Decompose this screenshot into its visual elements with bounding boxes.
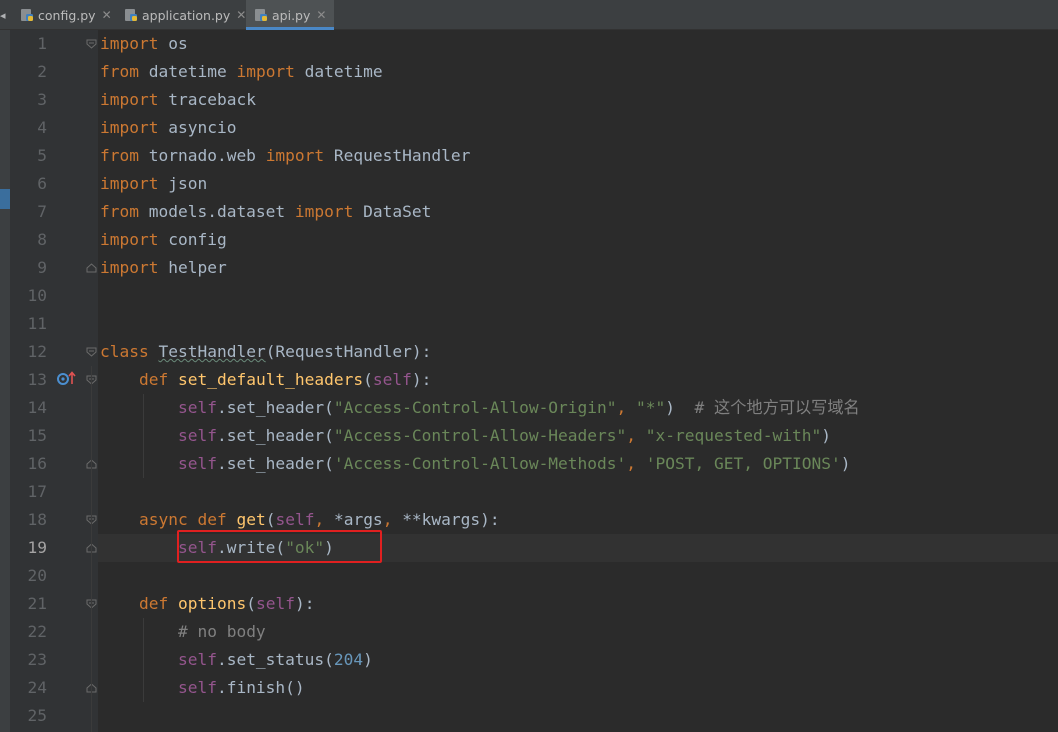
python-file-icon [254, 8, 268, 22]
line-number: 18 [27, 510, 48, 529]
line-number: 15 [27, 426, 48, 445]
close-tab-icon[interactable]: ✕ [102, 8, 112, 22]
scroll-tabs-left-icon[interactable]: ◂ [0, 9, 6, 22]
line-number: 24 [27, 678, 48, 697]
tab-config-py[interactable]: config.py ✕ [20, 0, 112, 30]
indent-guide [91, 366, 92, 732]
tool-window-strip [0, 30, 10, 732]
code-line-6: import json [100, 174, 208, 193]
close-tab-icon[interactable]: ✕ [236, 8, 246, 22]
override-method-icon[interactable] [56, 370, 78, 386]
code-line-12: class TestHandler(RequestHandler): [100, 342, 432, 361]
highlight-annotation-box [177, 530, 382, 563]
line-number: 17 [27, 482, 48, 501]
line-number: 8 [37, 230, 47, 249]
code-line-7: from models.dataset import DataSet [100, 202, 432, 221]
line-number-current: 19 [27, 538, 48, 557]
tab-label: application.py [142, 7, 231, 23]
python-file-icon [124, 8, 138, 22]
code-line-1: import os [100, 34, 188, 53]
tool-window-marker[interactable] [0, 189, 10, 209]
line-number: 13 [27, 370, 48, 389]
line-number: 11 [27, 314, 48, 333]
code-line-13: def set_default_headers(self): [138, 370, 432, 389]
code-line-5: from tornado.web import RequestHandler [100, 146, 471, 165]
line-number: 20 [27, 566, 48, 585]
class-name: TestHandler [158, 342, 266, 361]
line-number: 10 [27, 286, 48, 305]
tab-api-py[interactable]: api.py ✕ [246, 0, 335, 30]
fold-collapse-icon[interactable] [86, 39, 97, 49]
line-number: 3 [37, 90, 47, 109]
line-number: 7 [37, 202, 47, 221]
line-number: 2 [37, 62, 47, 81]
line-number: 12 [27, 342, 48, 361]
code-line-3: import traceback [100, 90, 256, 109]
fold-end-icon[interactable] [86, 263, 97, 273]
line-number: 9 [37, 258, 47, 277]
code-line-22: # no body [177, 622, 266, 641]
code-line-2: from datetime import datetime [100, 62, 383, 81]
line-number: 1 [37, 34, 47, 53]
line-number: 23 [27, 650, 48, 669]
editor-tab-bar: ◂ config.py ✕ application.py ✕ api.py ✕ [0, 0, 1058, 30]
tab-label: config.py [38, 7, 96, 23]
line-number: 4 [37, 118, 47, 137]
line-number: 5 [37, 146, 47, 165]
code-line-9: import helper [100, 258, 227, 277]
line-number: 14 [27, 398, 48, 417]
python-file-icon [20, 8, 34, 22]
code-line-8: import config [100, 230, 227, 249]
line-number: 16 [27, 454, 48, 473]
code-line-16: self.set_header('Access-Control-Allow-Me… [177, 454, 851, 473]
code-line-4: import asyncio [100, 118, 237, 137]
close-tab-icon[interactable]: ✕ [316, 8, 326, 22]
tab-application-py[interactable]: application.py ✕ [124, 0, 246, 30]
code-line-23: self.set_status(204) [177, 650, 373, 669]
line-number: 21 [27, 594, 48, 613]
line-number: 25 [27, 706, 48, 725]
tab-label: api.py [272, 7, 311, 23]
code-line-24: self.finish() [177, 678, 305, 697]
fold-collapse-icon[interactable] [86, 347, 97, 357]
code-line-14: self.set_header("Access-Control-Allow-Or… [177, 398, 860, 417]
code-line-21: def options(self): [138, 594, 315, 613]
line-number: 22 [27, 622, 48, 641]
code-editor[interactable]: import os from datetime import datetime … [100, 30, 1058, 730]
code-line-15: self.set_header("Access-Control-Allow-He… [177, 426, 831, 445]
line-number: 6 [37, 174, 47, 193]
